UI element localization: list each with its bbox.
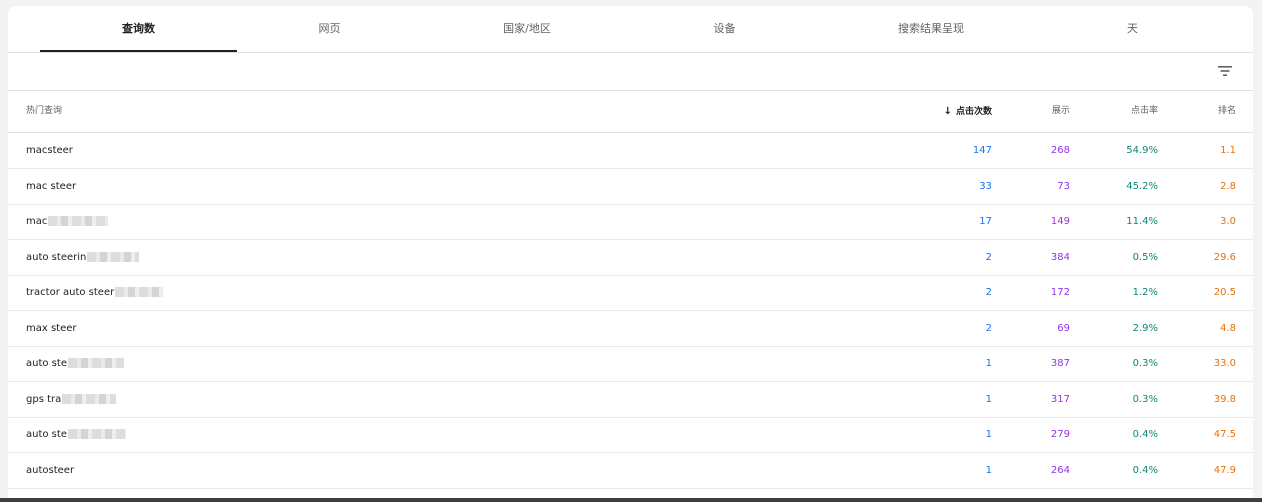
impressions-cell: 387 — [1050, 358, 1070, 369]
query-text: macsteer — [26, 145, 73, 156]
redacted-text-blur — [115, 287, 164, 297]
impressions-cell: 279 — [1050, 429, 1070, 440]
impressions-cell: 149 — [1050, 216, 1070, 227]
impressions-cell: 268 — [1050, 145, 1070, 156]
header-position[interactable]: 排名 — [1178, 91, 1236, 132]
tab-search-appearance[interactable]: 搜索结果呈现 — [817, 6, 1045, 52]
table-row[interactable]: auto ste 1 279 0.4% 47.5 — [8, 417, 1253, 453]
position-cell: 33.0 — [1213, 358, 1236, 369]
filter-bar — [8, 53, 1253, 91]
position-cell: 39.8 — [1213, 393, 1236, 405]
query-cell: autosteer — [26, 453, 74, 488]
query-text: auto ste — [26, 358, 67, 369]
table-row[interactable]: max steer 2 69 2.9% 4.8 — [8, 311, 1253, 347]
ctr-cell: 0.4% — [1132, 429, 1158, 440]
impressions-cell: 69 — [1057, 322, 1070, 334]
clicks-cell: 1 — [985, 393, 992, 405]
clicks-cell: 2 — [985, 251, 992, 263]
header-impressions[interactable]: 展示 — [1008, 91, 1070, 132]
query-text: mac steer — [26, 180, 77, 192]
ctr-cell: 0.4% — [1132, 464, 1158, 476]
table-row[interactable]: gps tra 1 317 0.3% 39.8 — [8, 382, 1253, 418]
redacted-text-blur — [87, 251, 140, 262]
redacted-text-blur — [62, 393, 117, 404]
table-row[interactable]: mac steer 33 73 45.2% 2.8 — [8, 169, 1253, 205]
table-row[interactable]: auto steerin 2 384 0.5% 29.6 — [8, 240, 1253, 276]
query-cell: macsteer — [26, 133, 73, 168]
query-text: gps tra — [26, 393, 62, 405]
query-text: autosteer — [26, 464, 75, 476]
position-cell: 47.9 — [1213, 464, 1236, 476]
query-cell: max steer — [26, 311, 77, 346]
impressions-cell: 264 — [1050, 464, 1070, 476]
window-bottom-edge — [0, 498, 1262, 502]
tab-pages[interactable]: 网页 — [237, 6, 422, 52]
clicks-cell: 17 — [979, 216, 992, 227]
query-text: tractor auto steer — [26, 287, 115, 298]
impressions-cell: 73 — [1057, 180, 1070, 192]
header-clicks-label: 点击次数 — [955, 107, 992, 117]
ctr-cell: 45.2% — [1126, 180, 1158, 192]
tab-countries[interactable]: 国家/地区 — [422, 6, 632, 52]
query-text: mac — [26, 216, 48, 227]
header-ctr[interactable]: 点击率 — [1088, 91, 1158, 132]
clicks-cell: 2 — [985, 322, 992, 334]
tab-days[interactable]: 天 — [1045, 6, 1220, 52]
query-cell: auto ste — [26, 417, 126, 452]
query-cell: auto ste — [26, 346, 124, 381]
impressions-cell: 172 — [1050, 287, 1070, 298]
query-cell: mac steer — [26, 169, 76, 204]
active-tab-indicator — [40, 50, 237, 52]
ctr-cell: 0.3% — [1132, 393, 1158, 405]
query-cell: tractor auto steer — [26, 275, 164, 310]
redacted-text-blur — [67, 429, 126, 439]
table-header: 热门查询 ↓ 点击次数 展示 点击率 排名 — [8, 91, 1253, 133]
query-text: auto ste — [26, 429, 67, 440]
clicks-cell: 2 — [985, 287, 992, 298]
dimension-tabs: 查询数 网页 国家/地区 设备 搜索结果呈现 天 — [8, 6, 1253, 53]
impressions-cell: 317 — [1050, 393, 1070, 405]
position-cell: 3.0 — [1220, 216, 1236, 227]
table-row[interactable]: mac 17 149 11.4% 3.0 — [8, 204, 1253, 240]
query-text: auto steerin — [26, 251, 87, 263]
query-text: max steer — [26, 322, 77, 334]
ctr-cell: 54.9% — [1126, 145, 1158, 156]
clicks-cell: 33 — [979, 180, 992, 192]
position-cell: 2.8 — [1220, 180, 1236, 192]
ctr-cell: 0.5% — [1132, 251, 1158, 263]
redacted-text-blur — [67, 358, 124, 368]
performance-card: 查询数 网页 国家/地区 设备 搜索结果呈现 天 热门查询 ↓ 点击次数 展示 点… — [8, 6, 1253, 498]
redacted-text-blur — [48, 216, 109, 226]
tab-queries[interactable]: 查询数 — [40, 6, 237, 52]
ctr-cell: 2.9% — [1132, 322, 1158, 334]
arrow-down-icon: ↓ — [943, 106, 952, 117]
table-row[interactable]: autosteer 1 264 0.4% 47.9 — [8, 453, 1253, 489]
clicks-cell: 1 — [985, 429, 992, 440]
ctr-cell: 1.2% — [1132, 287, 1158, 298]
ctr-cell: 0.3% — [1132, 358, 1158, 369]
filter-icon[interactable] — [1216, 62, 1234, 80]
position-cell: 4.8 — [1220, 322, 1236, 334]
clicks-cell: 1 — [985, 464, 992, 476]
position-cell: 47.5 — [1213, 429, 1236, 440]
query-cell: mac — [26, 204, 109, 239]
table-row[interactable]: auto ste 1 387 0.3% 33.0 — [8, 346, 1253, 382]
position-cell: 1.1 — [1220, 145, 1236, 156]
clicks-cell: 147 — [972, 145, 992, 156]
table-row[interactable]: tractor auto steer 2 172 1.2% 20.5 — [8, 275, 1253, 311]
header-top-queries: 热门查询 — [26, 106, 63, 116]
impressions-cell: 384 — [1050, 251, 1070, 263]
clicks-cell: 1 — [985, 358, 992, 369]
ctr-cell: 11.4% — [1126, 216, 1158, 227]
header-clicks[interactable]: ↓ 点击次数 — [888, 91, 992, 132]
tab-devices[interactable]: 设备 — [632, 6, 817, 52]
position-cell: 29.6 — [1213, 251, 1236, 263]
query-cell: gps tra — [26, 382, 117, 417]
query-cell: auto steerin — [26, 240, 140, 275]
position-cell: 20.5 — [1213, 287, 1236, 298]
table-row[interactable]: macsteer 147 268 54.9% 1.1 — [8, 133, 1253, 169]
